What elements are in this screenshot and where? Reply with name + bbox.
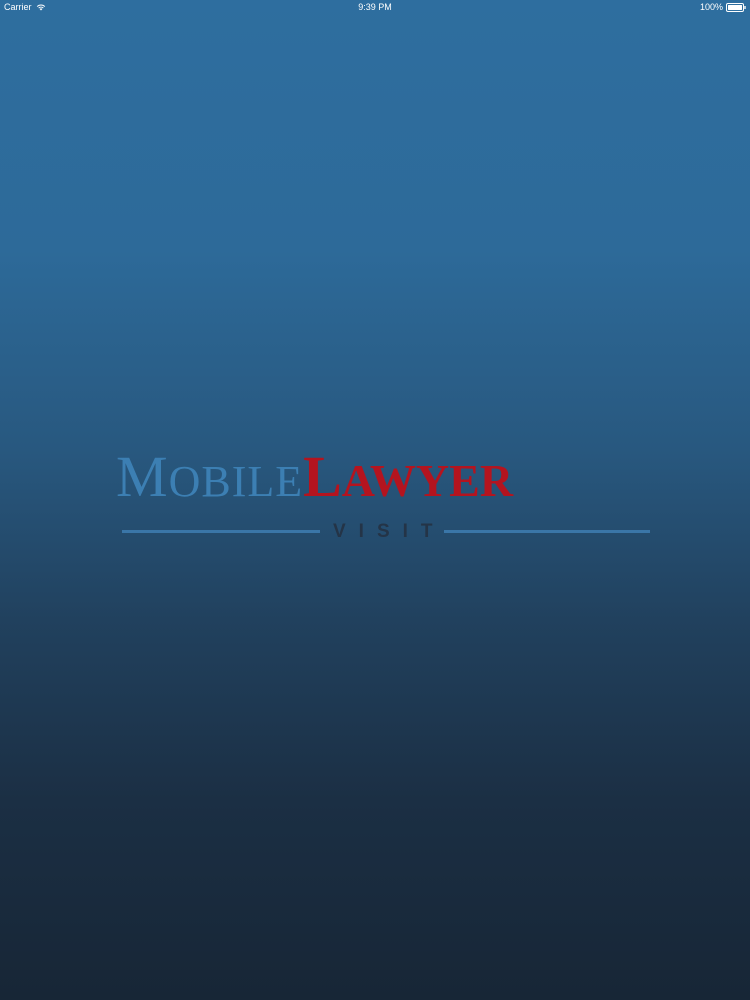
- logo-subtitle-visit: VISIT: [333, 521, 446, 542]
- logo-lawyer: LAWYER: [303, 444, 513, 509]
- status-time: 9:39 PM: [358, 2, 392, 12]
- logo-lawyer-rest: AWYER: [341, 455, 514, 506]
- status-right: 100%: [700, 2, 746, 12]
- logo-rule-left: [122, 530, 320, 533]
- logo-mobile-rest: OBILE: [168, 457, 304, 506]
- battery-percent: 100%: [699, 2, 723, 12]
- logo-rule-right: [444, 530, 650, 533]
- logo-wordmark: MOBILELAWYER: [116, 448, 513, 506]
- battery-icon: [726, 2, 746, 12]
- app-logo: MOBILELAWYER VISIT: [116, 448, 656, 548]
- logo-mobile: MOBILE: [116, 444, 303, 509]
- status-bar: Carrier 9:39 PM 100%: [0, 0, 750, 14]
- logo-mobile-initial: M: [116, 444, 169, 509]
- logo-lawyer-initial: L: [303, 444, 342, 509]
